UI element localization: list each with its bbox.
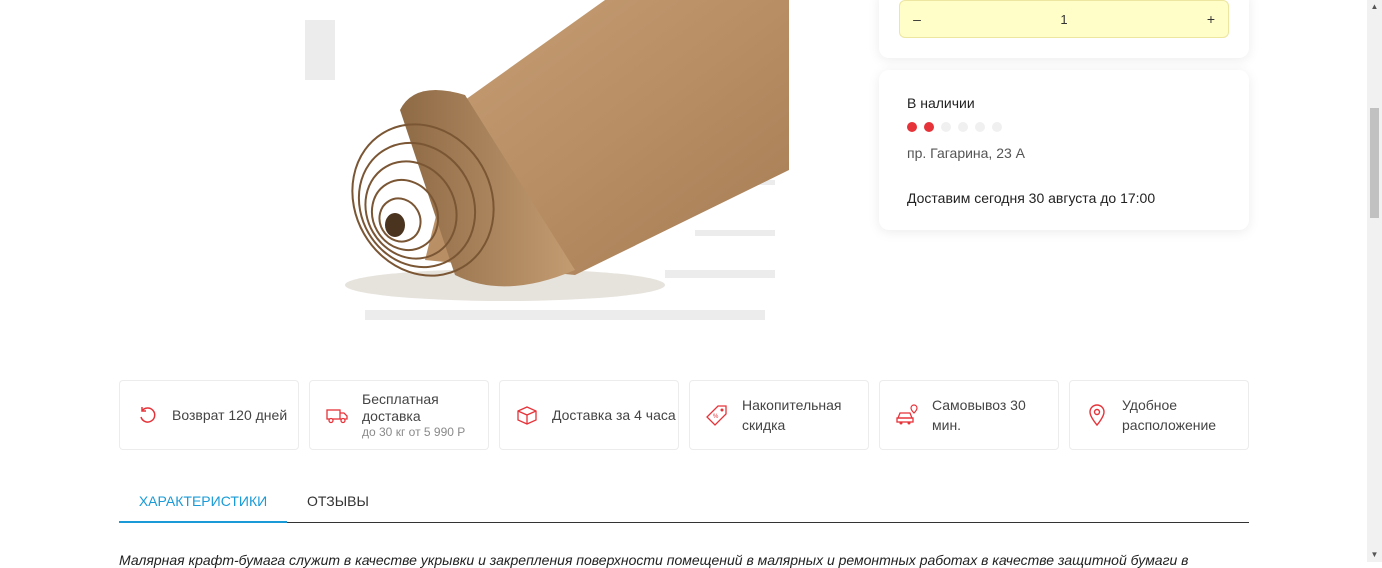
- svg-text:%: %: [713, 414, 719, 420]
- benefit-location[interactable]: Удобное расположение: [1069, 380, 1249, 450]
- quantity-value[interactable]: 1: [934, 12, 1194, 27]
- stock-dot-filled: [924, 122, 934, 132]
- benefit-sublabel: до 30 кг от 5 990 Р: [362, 425, 466, 439]
- benefit-label: Доставка за 4 часа: [552, 407, 676, 423]
- availability-card: В наличии пр. Гагарина, 23 А Доставим се…: [879, 70, 1249, 230]
- increment-button[interactable]: +: [1194, 11, 1228, 27]
- scroll-up-icon[interactable]: ▲: [1367, 0, 1382, 14]
- product-description: Малярная крафт-бумага служит в качестве …: [119, 552, 1189, 568]
- benefit-label: Бесплатная доставка: [362, 391, 439, 424]
- benefit-label: Самовывоз 30 мин.: [932, 397, 1026, 433]
- scroll-thumb[interactable]: [1370, 108, 1379, 218]
- page-scrollbar[interactable]: ▲ ▼: [1367, 0, 1382, 562]
- car-pickup-icon: [892, 400, 922, 430]
- tab-characteristics[interactable]: ХАРАКТЕРИСТИКИ: [119, 480, 287, 523]
- benefit-return[interactable]: Возврат 120 дней: [119, 380, 299, 450]
- store-address[interactable]: пр. Гагарина, 23 А: [907, 145, 1025, 161]
- stock-dot-empty: [992, 122, 1002, 132]
- discount-tag-icon: %: [702, 400, 732, 430]
- quantity-stepper: – 1 +: [899, 0, 1229, 38]
- stock-level-indicator: [907, 122, 1002, 132]
- delivery-truck-icon: [322, 400, 352, 430]
- availability-status: В наличии: [907, 95, 975, 111]
- benefit-free-delivery[interactable]: Бесплатная доставка до 30 кг от 5 990 Р: [309, 380, 489, 450]
- return-arrow-icon: [132, 400, 162, 430]
- tab-reviews[interactable]: ОТЗЫВЫ: [307, 480, 369, 521]
- location-pin-icon: [1082, 400, 1112, 430]
- benefit-label: Накопительная скидка: [742, 397, 842, 433]
- stock-dot-empty: [941, 122, 951, 132]
- decrement-button[interactable]: –: [900, 11, 934, 27]
- product-tabs: ХАРАКТЕРИСТИКИ ОТЗЫВЫ: [119, 480, 1249, 523]
- quantity-card: – 1 +: [879, 0, 1249, 58]
- benefit-fast-delivery[interactable]: Доставка за 4 часа: [499, 380, 679, 450]
- stock-dot-empty: [958, 122, 968, 132]
- benefit-pickup[interactable]: Самовывоз 30 мин.: [879, 380, 1059, 450]
- benefit-label: Возврат 120 дней: [172, 407, 288, 423]
- benefits-row: Возврат 120 дней Бесплатная доставка до …: [119, 380, 1249, 450]
- benefit-label: Удобное расположение: [1122, 397, 1217, 433]
- stock-dot-filled: [907, 122, 917, 132]
- delivery-note: Доставим сегодня 30 августа до 17:00: [907, 190, 1156, 206]
- box-icon: [512, 400, 542, 430]
- scroll-down-icon[interactable]: ▼: [1367, 548, 1382, 562]
- benefit-discount[interactable]: % Накопительная скидка: [689, 380, 869, 450]
- stock-dot-empty: [975, 122, 985, 132]
- product-image[interactable]: [305, 0, 789, 345]
